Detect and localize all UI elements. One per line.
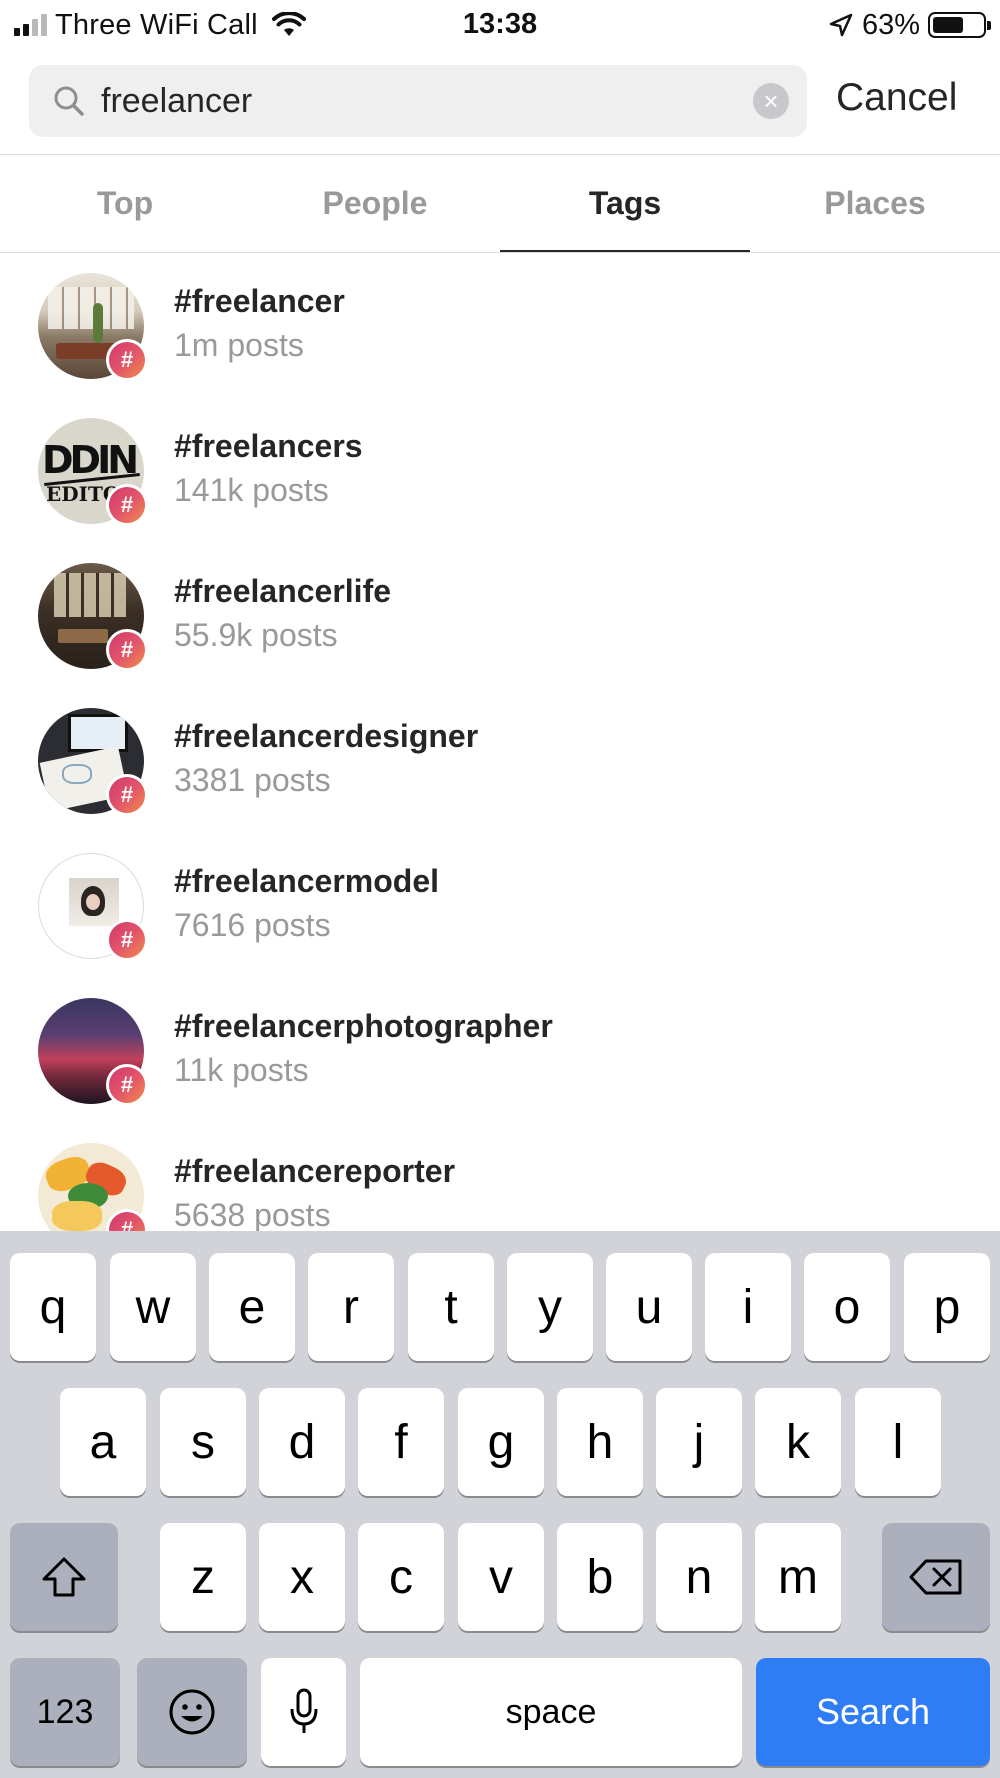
tag-post-count: 1m posts bbox=[174, 327, 304, 363]
key-k[interactable]: k bbox=[755, 1388, 841, 1496]
key-x[interactable]: x bbox=[259, 1523, 345, 1631]
battery-icon bbox=[928, 12, 991, 38]
dictation-key[interactable] bbox=[261, 1658, 346, 1766]
cancel-button[interactable]: Cancel bbox=[836, 76, 957, 120]
key-j[interactable]: j bbox=[656, 1388, 742, 1496]
battery-percentage: 63% bbox=[861, 8, 920, 41]
list-item[interactable]: DDIN EDITO # #freelancers 141k posts bbox=[0, 398, 1000, 543]
key-s[interactable]: s bbox=[160, 1388, 246, 1496]
search-key[interactable]: Search bbox=[756, 1658, 990, 1766]
search-input[interactable] bbox=[101, 65, 721, 137]
key-f[interactable]: f bbox=[358, 1388, 444, 1496]
tag-post-count: 141k posts bbox=[174, 472, 329, 508]
tab-top[interactable]: Top bbox=[0, 155, 250, 252]
tab-places[interactable]: Places bbox=[750, 155, 1000, 252]
shift-key[interactable] bbox=[10, 1523, 118, 1631]
emoji-icon bbox=[169, 1689, 215, 1735]
key-d[interactable]: d bbox=[259, 1388, 345, 1496]
hashtag-badge-icon: # bbox=[106, 629, 148, 671]
search-tabs: Top People Tags Places bbox=[0, 155, 1000, 252]
key-z[interactable]: z bbox=[160, 1523, 246, 1631]
key-u[interactable]: u bbox=[606, 1253, 692, 1361]
tab-people[interactable]: People bbox=[250, 155, 500, 252]
list-item[interactable]: # #freelancerphotographer 11k posts bbox=[0, 978, 1000, 1123]
key-h[interactable]: h bbox=[557, 1388, 643, 1496]
battery-level bbox=[933, 17, 964, 33]
backspace-icon bbox=[909, 1559, 962, 1595]
hashtag-badge-icon: # bbox=[106, 774, 148, 816]
microphone-icon bbox=[290, 1688, 317, 1733]
space-key[interactable]: space bbox=[360, 1658, 742, 1766]
shift-icon bbox=[42, 1557, 86, 1597]
status-bar: Three WiFi Call 13:38 63% bbox=[0, 0, 1000, 50]
hashtag-badge-icon: # bbox=[106, 339, 148, 381]
key-q[interactable]: q bbox=[10, 1253, 96, 1361]
key-y[interactable]: y bbox=[507, 1253, 593, 1361]
key-a[interactable]: a bbox=[60, 1388, 146, 1496]
list-item[interactable]: # #freelancer 1m posts bbox=[0, 253, 1000, 398]
list-item[interactable]: # #freelancermodel 7616 posts bbox=[0, 833, 1000, 978]
hashtag-badge-icon: # bbox=[106, 919, 148, 961]
tag-post-count: 7616 posts bbox=[174, 907, 331, 943]
tag-name: #freelancerlife bbox=[174, 573, 392, 609]
onscreen-keyboard: q w e r t y u i o p a s d f g h j k l z … bbox=[0, 1231, 1000, 1778]
key-g[interactable]: g bbox=[458, 1388, 544, 1496]
tag-post-count: 55.9k posts bbox=[174, 617, 338, 653]
search-bar[interactable]: × bbox=[29, 65, 807, 137]
key-c[interactable]: c bbox=[358, 1523, 444, 1631]
tag-name: #freelancer bbox=[174, 283, 345, 319]
tag-post-count: 11k posts bbox=[174, 1052, 309, 1088]
key-m[interactable]: m bbox=[755, 1523, 841, 1631]
key-e[interactable]: e bbox=[209, 1253, 295, 1361]
hashtag-badge-icon: # bbox=[106, 1064, 148, 1106]
status-right: 63% bbox=[828, 8, 991, 42]
hashtag-badge-icon: # bbox=[106, 484, 148, 526]
key-o[interactable]: o bbox=[804, 1253, 890, 1361]
numbers-key[interactable]: 123 bbox=[10, 1658, 120, 1766]
key-p[interactable]: p bbox=[904, 1253, 990, 1361]
tag-post-count: 5638 posts bbox=[174, 1197, 331, 1231]
key-b[interactable]: b bbox=[557, 1523, 643, 1631]
tag-name: #freelancers bbox=[174, 428, 363, 464]
location-arrow-icon bbox=[829, 13, 853, 37]
tag-post-count: 3381 posts bbox=[174, 762, 331, 798]
backspace-key[interactable] bbox=[882, 1523, 990, 1631]
tag-name: #freelancerphotographer bbox=[174, 1008, 553, 1044]
tab-tags[interactable]: Tags bbox=[500, 155, 750, 252]
key-i[interactable]: i bbox=[705, 1253, 791, 1361]
key-r[interactable]: r bbox=[308, 1253, 394, 1361]
tag-name: #freelancermodel bbox=[174, 863, 440, 899]
key-v[interactable]: v bbox=[458, 1523, 544, 1631]
list-item[interactable]: # #freelancereporter 5638 posts bbox=[0, 1123, 1000, 1231]
key-w[interactable]: w bbox=[110, 1253, 196, 1361]
clear-search-icon[interactable]: × bbox=[753, 83, 789, 119]
key-l[interactable]: l bbox=[855, 1388, 941, 1496]
search-icon bbox=[54, 86, 84, 116]
tag-name: #freelancerdesigner bbox=[174, 718, 479, 754]
list-item[interactable]: # #freelancerdesigner 3381 posts bbox=[0, 688, 1000, 833]
key-t[interactable]: t bbox=[408, 1253, 494, 1361]
tag-name: #freelancereporter bbox=[174, 1153, 456, 1189]
list-item[interactable]: # #freelancerlife 55.9k posts bbox=[0, 543, 1000, 688]
key-n[interactable]: n bbox=[656, 1523, 742, 1631]
emoji-key[interactable] bbox=[137, 1658, 247, 1766]
tag-results-list: # #freelancer 1m posts DDIN EDITO # #fre… bbox=[0, 253, 1000, 1231]
